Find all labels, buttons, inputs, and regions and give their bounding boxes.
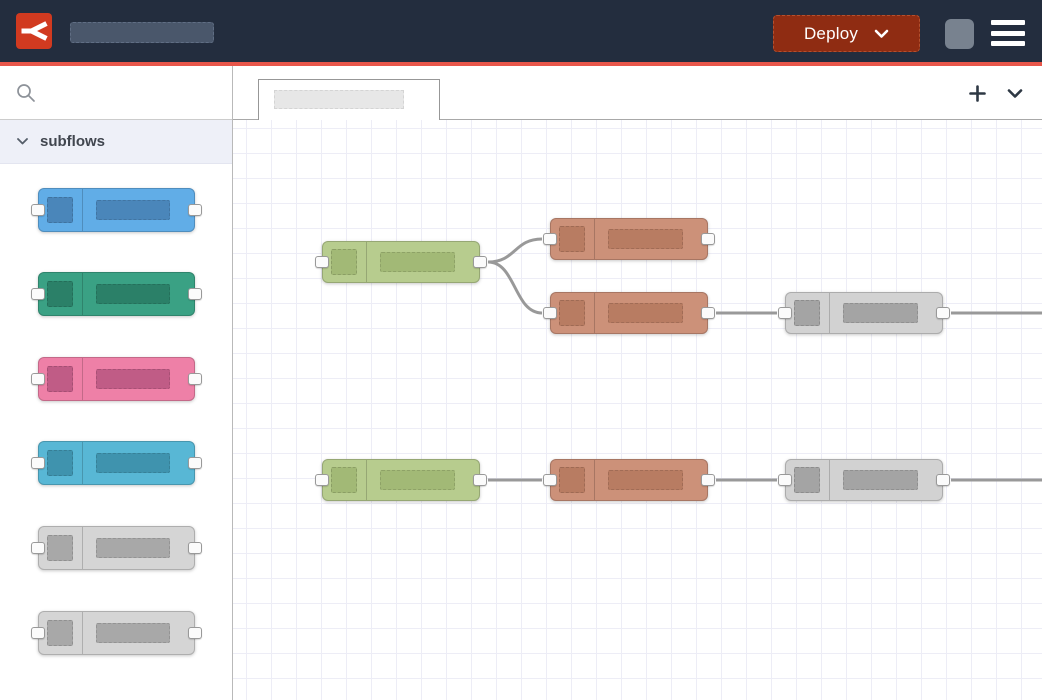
node-label-placeholder — [380, 470, 455, 490]
flow-node-layer — [233, 120, 1042, 700]
flow-node-green-1[interactable] — [322, 241, 480, 283]
node-label-placeholder — [608, 229, 683, 249]
flow-list-button[interactable] — [1004, 82, 1026, 104]
node-icon-region — [551, 293, 595, 333]
node-icon — [47, 620, 73, 646]
node-icon-region — [39, 612, 83, 654]
chevron-down-icon — [874, 29, 889, 39]
node-icon — [47, 197, 73, 223]
node-icon — [47, 450, 73, 476]
node-icon-region — [551, 460, 595, 500]
deploy-button[interactable]: Deploy — [773, 15, 920, 52]
node-icon — [794, 300, 820, 326]
palette-node-grey-2[interactable] — [38, 611, 195, 655]
node-output-port[interactable] — [936, 307, 950, 319]
node-output-port[interactable] — [188, 204, 202, 216]
flow-node-salmon-2[interactable] — [550, 292, 708, 334]
node-output-port[interactable] — [701, 307, 715, 319]
palette-search[interactable] — [0, 66, 232, 120]
node-icon — [47, 366, 73, 392]
node-icon — [559, 300, 585, 326]
node-label-placeholder — [843, 470, 918, 490]
node-label-placeholder — [96, 538, 170, 558]
node-icon — [47, 281, 73, 307]
node-output-port[interactable] — [188, 627, 202, 639]
user-button[interactable] — [945, 19, 974, 49]
search-icon — [16, 83, 36, 103]
flow-node-salmon-1[interactable] — [550, 218, 708, 260]
palette-node-grey-1[interactable] — [38, 526, 195, 570]
node-output-port[interactable] — [188, 457, 202, 469]
flow-node-grey-1[interactable] — [785, 292, 943, 334]
flow-node-green-2[interactable] — [322, 459, 480, 501]
workspace — [233, 66, 1042, 700]
node-icon-region — [551, 219, 595, 259]
palette-node-pink[interactable] — [38, 357, 195, 401]
node-label-placeholder — [380, 252, 455, 272]
node-output-port[interactable] — [188, 542, 202, 554]
node-output-port[interactable] — [701, 474, 715, 486]
flow-canvas[interactable] — [233, 120, 1042, 700]
node-label-placeholder — [96, 284, 170, 304]
palette-node-green[interactable] — [38, 272, 195, 316]
node-label-placeholder — [96, 623, 170, 643]
node-output-port[interactable] — [701, 233, 715, 245]
node-icon — [559, 467, 585, 493]
flow-node-salmon-3[interactable] — [550, 459, 708, 501]
node-icon-region — [323, 460, 367, 500]
plus-icon — [969, 85, 986, 102]
palette-sidebar: subflows — [0, 66, 233, 700]
node-output-port[interactable] — [188, 288, 202, 300]
node-icon — [47, 535, 73, 561]
deploy-button-label: Deploy — [804, 24, 858, 44]
palette-category-subflows[interactable]: subflows — [0, 120, 232, 164]
node-label-placeholder — [96, 453, 170, 473]
chevron-down-icon — [1007, 88, 1023, 99]
add-flow-button[interactable] — [966, 82, 988, 104]
node-icon-region — [39, 189, 83, 231]
flow-tab-label-placeholder — [274, 90, 404, 109]
node-icon-region — [323, 242, 367, 282]
node-output-port[interactable] — [473, 474, 487, 486]
header-bar: Deploy — [0, 0, 1042, 62]
palette-node-cyan[interactable] — [38, 441, 195, 485]
node-label-placeholder — [96, 369, 170, 389]
node-output-port[interactable] — [936, 474, 950, 486]
node-icon-region — [39, 442, 83, 484]
node-icon — [331, 467, 357, 493]
node-icon-region — [786, 460, 830, 500]
node-icon — [331, 249, 357, 275]
chevron-down-icon — [17, 138, 28, 145]
node-label-placeholder — [843, 303, 918, 323]
palette-node-blue[interactable] — [38, 188, 195, 232]
hamburger-menu-icon[interactable] — [991, 20, 1025, 46]
node-icon — [559, 226, 585, 252]
node-red-logo-icon — [16, 13, 52, 49]
node-output-port[interactable] — [188, 373, 202, 385]
flow-node-grey-2[interactable] — [785, 459, 943, 501]
palette-category-label: subflows — [40, 133, 105, 150]
flow-tab[interactable] — [258, 79, 440, 120]
node-icon-region — [786, 293, 830, 333]
node-output-port[interactable] — [473, 256, 487, 268]
workspace-tabbar — [233, 66, 1042, 120]
node-icon — [794, 467, 820, 493]
header-title-placeholder — [70, 22, 214, 43]
node-icon-region — [39, 358, 83, 400]
node-icon-region — [39, 273, 83, 315]
node-label-placeholder — [608, 303, 683, 323]
node-label-placeholder — [608, 470, 683, 490]
node-icon-region — [39, 527, 83, 569]
node-label-placeholder — [96, 200, 170, 220]
